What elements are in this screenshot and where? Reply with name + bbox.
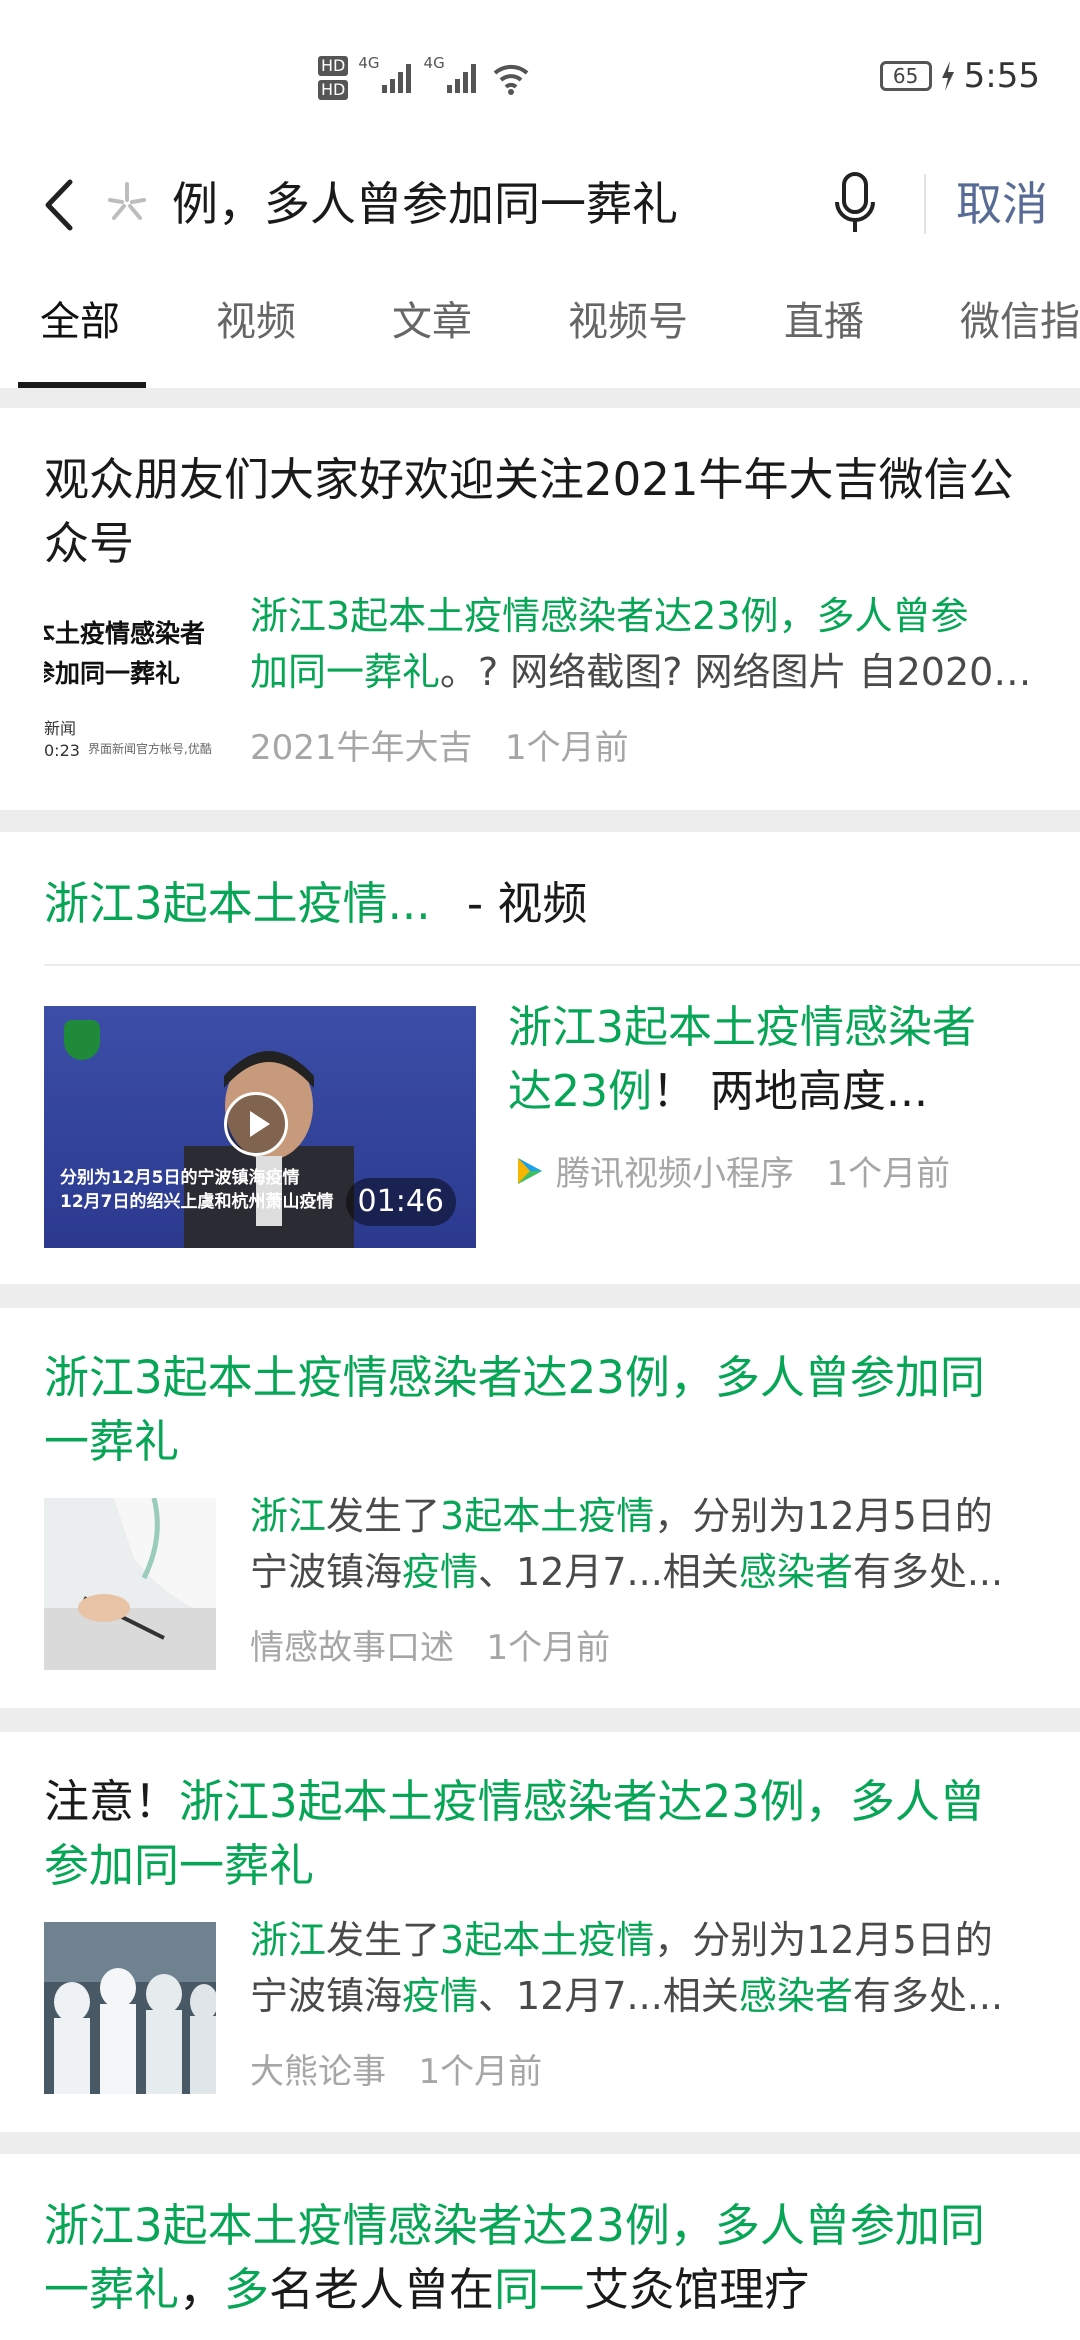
medical-workers-image	[44, 1922, 216, 2094]
video-meta: 腾讯视频小程序 1个月前	[512, 1146, 950, 1195]
status-bar: HD HD 4G 4G 65 5:55	[0, 0, 1080, 150]
signal-group: HD HD 4G 4G	[318, 48, 531, 108]
tab-channels[interactable]: 视频号	[568, 262, 688, 386]
charging-bolt-icon	[941, 61, 954, 91]
result-meta: 情感故事口述 1个月前	[250, 1620, 610, 1669]
sparkle-icon	[108, 182, 146, 220]
status-right: 65 5:55	[879, 56, 1040, 96]
clock: 5:55	[963, 56, 1040, 96]
section-gap	[0, 2132, 1080, 2154]
result-snippet: 浙江发生了3起本土疫情，分别为12月5日的 宁波镇海疫情、12月7...相关感染…	[250, 1912, 1040, 2024]
video-caption: 分别为12月5日的宁波镇海疫情 12月7日的绍兴上虞和杭州萧山疫情	[60, 1168, 334, 1212]
video-duration: 01:46	[345, 1178, 456, 1226]
snippet-line: 浙江发生了3起本土疫情，分别为12月5日的	[250, 1494, 993, 1538]
divider	[44, 964, 1080, 966]
result-time: 1个月前	[418, 2052, 543, 2092]
back-chevron-icon[interactable]	[30, 172, 90, 238]
result-thumbnail[interactable]: 本土疫情感染者 参加同一葬礼 新闻 0:23 界面新闻官方帐号,优酷	[44, 600, 216, 772]
result-thumbnail[interactable]	[44, 1498, 216, 1670]
snippet-line: 宁波镇海疫情、12月7...相关感染者有多处...	[250, 1550, 1004, 1594]
wifi-icon	[493, 64, 529, 95]
result-thumbnail[interactable]	[44, 1922, 216, 2094]
result-title[interactable]: 注意！浙江3起本土疫情感染者达23例，多人曾 参加同一葬礼	[44, 1770, 1044, 1898]
video-title[interactable]: 浙江3起本土疫情感染者 达23例！ 两地高度...	[508, 996, 1048, 1124]
section-gap	[0, 810, 1080, 832]
snippet-line: 宁波镇海疫情、12月7...相关感染者有多处...	[250, 1974, 1004, 2018]
video-section-header[interactable]: 浙江3起本土疫情... - 视频	[44, 872, 1044, 936]
section-gap	[0, 1284, 1080, 1308]
result-meta: 2021牛年大吉 1个月前	[250, 720, 629, 769]
video-thumbnail[interactable]: 分别为12月5日的宁波镇海疫情 12月7日的绍兴上虞和杭州萧山疫情 01:46	[44, 1006, 476, 1248]
section-gap	[0, 390, 1080, 408]
divider	[924, 174, 926, 234]
signal-icon	[381, 64, 411, 93]
miniprogram-icon	[518, 1157, 542, 1184]
result-snippet: 浙江3起本土疫情感染者达23例，多人曾参 加同一葬礼。? 网络截图? 网络图片 …	[250, 588, 1040, 700]
hd1-badge: HD	[318, 56, 349, 76]
signal-icon	[446, 64, 476, 93]
video-header-suffix: - 视频	[466, 877, 588, 930]
video-header-highlight: 浙江3起本土疫情...	[44, 877, 431, 930]
result-time: 1个月前	[486, 1628, 611, 1668]
result-time: 1个月前	[826, 1154, 951, 1194]
result-card[interactable]: 浙江3起本土疫情感染者达23例，多人曾参加同 一葬礼 浙江发生了3起本土疫情，分别…	[0, 1308, 1080, 1708]
net2-label: 4G	[423, 54, 445, 72]
search-input[interactable]: 例，多人曾参加同一葬礼	[172, 164, 678, 244]
doctor-writing-image	[44, 1498, 216, 1670]
play-icon[interactable]	[224, 1092, 288, 1156]
result-source[interactable]: 大熊论事	[250, 2052, 386, 2092]
tab-all[interactable]: 全部	[40, 262, 120, 386]
hd2-badge: HD	[318, 80, 349, 100]
result-time: 1个月前	[504, 728, 629, 768]
result-source[interactable]: 2021牛年大吉	[250, 728, 473, 768]
tab-video[interactable]: 视频	[216, 262, 296, 386]
search-bar: 例，多人曾参加同一葬礼 取消	[0, 150, 1080, 260]
snippet-text: 。? 网络截图? 网络图片 自2020年...	[440, 650, 1040, 694]
snippet-highlight: 加同一葬礼	[250, 650, 441, 694]
net1-label: 4G	[358, 54, 380, 72]
result-title[interactable]: 观众朋友们大家好欢迎关注2021牛年大吉微信公众号	[44, 448, 1044, 576]
thumb-text: 参加同一葬礼	[44, 659, 181, 688]
tab-active-indicator	[18, 382, 146, 388]
thumb-text: 界面新闻官方帐号,优酷	[88, 742, 212, 756]
tab-live[interactable]: 直播	[784, 262, 864, 386]
cancel-button[interactable]: 取消	[956, 164, 1048, 244]
result-card[interactable]: 观众朋友们大家好欢迎关注2021牛年大吉微信公众号 本土疫情感染者 参加同一葬礼…	[0, 408, 1080, 810]
tab-article[interactable]: 文章	[392, 262, 472, 386]
result-title[interactable]: 浙江3起本土疫情感染者达23例，多人曾参加同 一葬礼	[44, 1346, 1044, 1474]
result-snippet: 浙江发生了3起本土疫情，分别为12月5日的 宁波镇海疫情、12月7...相关感染…	[250, 1488, 1040, 1600]
result-source[interactable]: 情感故事口述	[250, 1628, 454, 1668]
tab-wechat-index[interactable]: 微信指	[960, 262, 1080, 386]
tab-bar: 全部 视频 文章 视频号 直播 微信指	[0, 262, 1080, 390]
thumb-text: 0:23	[44, 741, 80, 760]
thumb-text: 本土疫情感染者	[44, 619, 206, 648]
battery-icon: 65	[879, 61, 932, 91]
result-title[interactable]: 浙江3起本土疫情感染者达23例，多人曾参加同 一葬礼，多名老人曾在同一艾灸馆理疗	[44, 2194, 1044, 2322]
snippet-line: 浙江发生了3起本土疫情，分别为12月5日的	[250, 1918, 993, 1962]
snippet-line: 浙江3起本土疫情感染者达23例，多人曾参	[250, 594, 969, 638]
channel-logo-icon	[64, 1020, 100, 1060]
thumb-text: 新闻	[44, 719, 77, 738]
microphone-icon[interactable]	[832, 168, 878, 240]
section-gap	[0, 1708, 1080, 1732]
result-card[interactable]: 浙江3起本土疫情感染者达23例，多人曾参加同 一葬礼，多名老人曾在同一艾灸馆理疗	[0, 2154, 1080, 2340]
result-card[interactable]: 注意！浙江3起本土疫情感染者达23例，多人曾 参加同一葬礼 浙江发生了3起本土疫情…	[0, 1732, 1080, 2132]
result-source[interactable]: 腾讯视频小程序	[556, 1146, 794, 1195]
result-meta: 大熊论事 1个月前	[250, 2044, 542, 2093]
